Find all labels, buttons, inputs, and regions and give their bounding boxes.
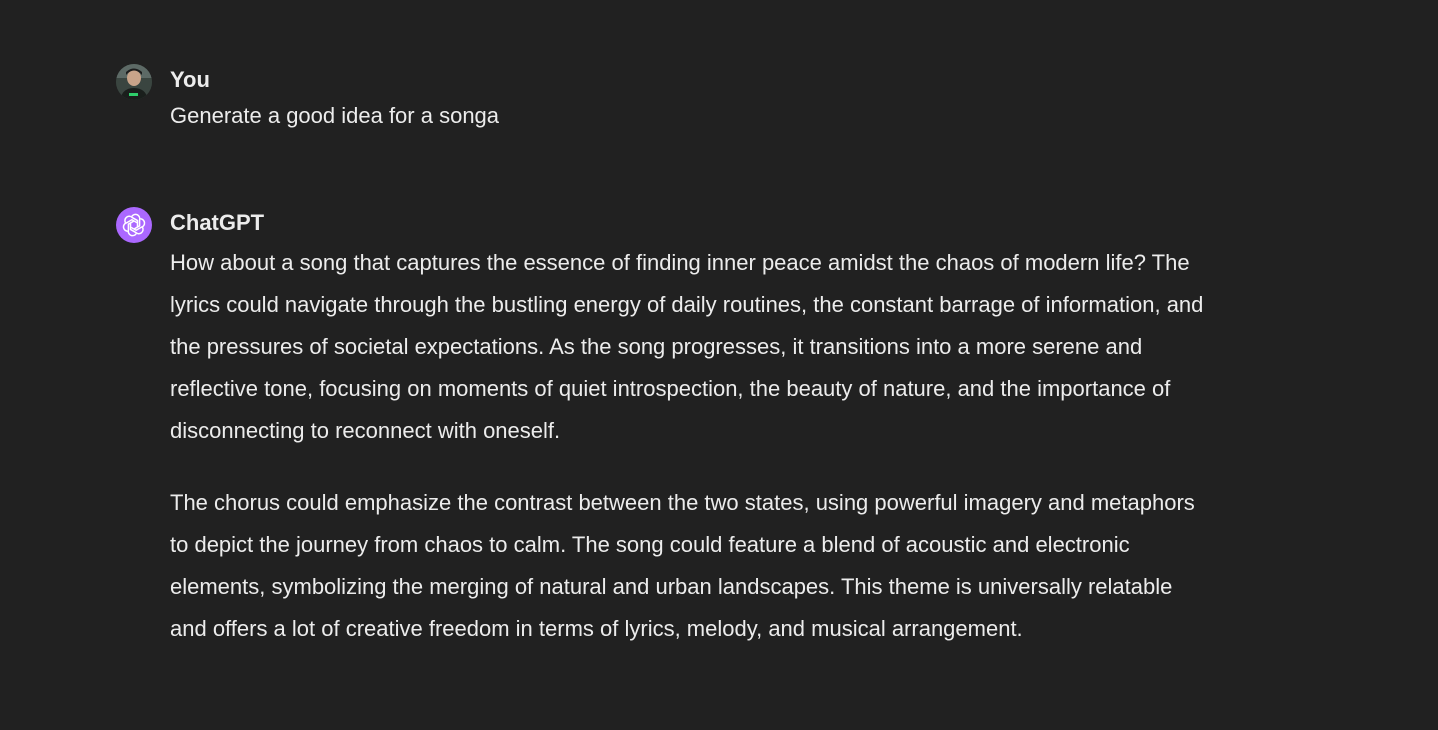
assistant-paragraph: The chorus could emphasize the contrast … bbox=[170, 490, 1195, 641]
assistant-paragraph: How about a song that captures the essen… bbox=[170, 250, 1204, 443]
user-avatar[interactable] bbox=[116, 64, 152, 100]
user-message-text: Generate a good idea for a songa bbox=[170, 103, 500, 128]
message-author: You bbox=[170, 67, 210, 92]
message-text: Generate a good idea for a songa bbox=[170, 102, 1215, 130]
assistant-avatar bbox=[116, 207, 152, 243]
user-photo-avatar-icon bbox=[116, 64, 152, 100]
assistant-message-body: How about a song that captures the essen… bbox=[170, 242, 1215, 650]
openai-logo-icon bbox=[122, 213, 146, 237]
message-author: ChatGPT bbox=[170, 210, 265, 235]
